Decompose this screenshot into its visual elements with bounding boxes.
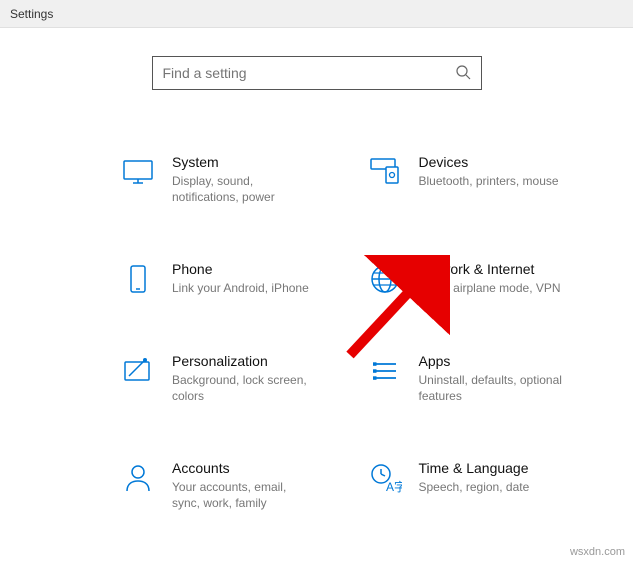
category-phone[interactable]: Phone Link your Android, iPhone — [30, 261, 317, 297]
category-title: Accounts — [172, 460, 317, 476]
category-network[interactable]: Network & Internet Wi-Fi, airplane mode,… — [317, 261, 604, 297]
svg-text:A字: A字 — [386, 479, 402, 494]
personalization-icon — [120, 353, 156, 389]
apps-icon — [367, 353, 403, 389]
category-title: Personalization — [172, 353, 317, 369]
devices-icon — [367, 154, 403, 190]
category-time-language[interactable]: A字 Time & Language Speech, region, date — [317, 460, 604, 511]
category-title: Time & Language — [419, 460, 530, 476]
time-language-icon: A字 — [367, 460, 403, 496]
category-desc: Your accounts, email, sync, work, family — [172, 480, 317, 511]
search-icon — [455, 64, 471, 83]
system-icon — [120, 154, 156, 190]
category-accounts[interactable]: Accounts Your accounts, email, sync, wor… — [30, 460, 317, 511]
category-title: Phone — [172, 261, 309, 277]
category-title: Network & Internet — [419, 261, 561, 277]
category-personalization[interactable]: Personalization Background, lock screen,… — [30, 353, 317, 404]
category-desc: Wi-Fi, airplane mode, VPN — [419, 281, 561, 297]
category-desc: Uninstall, defaults, optional features — [419, 373, 579, 404]
globe-icon — [367, 261, 403, 297]
phone-icon — [120, 261, 156, 297]
category-system[interactable]: System Display, sound, notifications, po… — [30, 154, 317, 205]
watermark: wsxdn.com — [570, 546, 625, 558]
category-devices[interactable]: Devices Bluetooth, printers, mouse — [317, 154, 604, 205]
category-desc: Background, lock screen, colors — [172, 373, 317, 404]
category-desc: Speech, region, date — [419, 480, 530, 496]
category-desc: Link your Android, iPhone — [172, 281, 309, 297]
search-input[interactable] — [163, 65, 455, 81]
search-box[interactable] — [152, 56, 482, 90]
category-title: Devices — [419, 154, 559, 170]
accounts-icon — [120, 460, 156, 496]
category-apps[interactable]: Apps Uninstall, defaults, optional featu… — [317, 353, 604, 404]
window-title: Settings — [10, 7, 53, 21]
category-desc: Display, sound, notifications, power — [172, 174, 317, 205]
category-title: Apps — [419, 353, 579, 369]
category-desc: Bluetooth, printers, mouse — [419, 174, 559, 190]
window-titlebar: Settings — [0, 0, 633, 28]
category-title: System — [172, 154, 317, 170]
